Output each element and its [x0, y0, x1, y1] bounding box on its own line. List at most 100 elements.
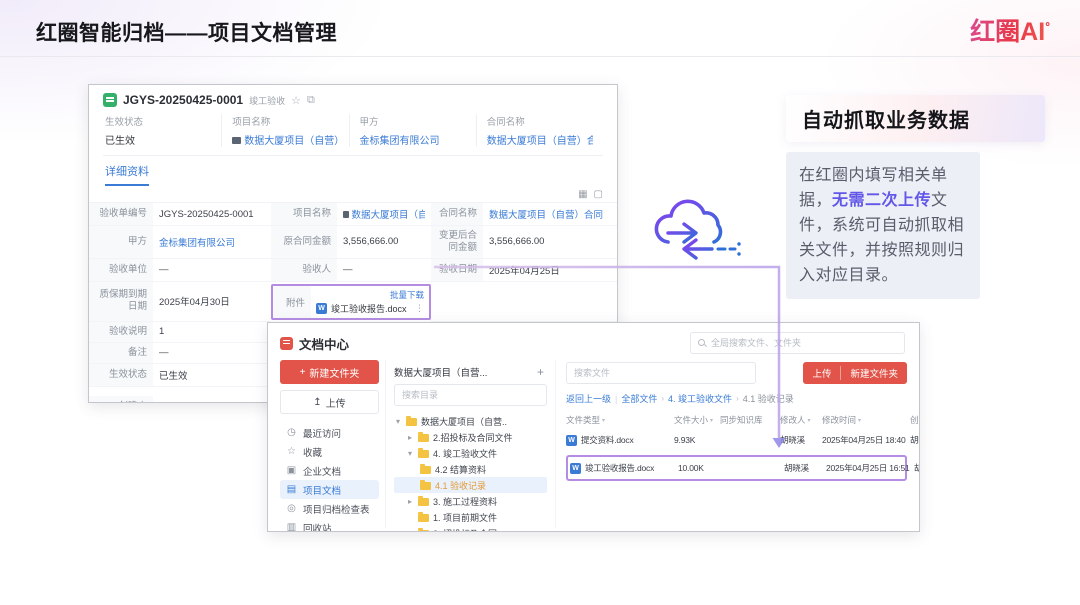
- tree-item-root[interactable]: ▾ 数据大厦项目（自营..: [394, 413, 547, 429]
- folder-icon: ▣: [286, 465, 297, 476]
- tree-item-bidding2[interactable]: ▸2. 招投标及合同...: [394, 525, 547, 531]
- party-a-link[interactable]: 金标集团有限公司: [360, 136, 440, 147]
- contract-link[interactable]: 数据大厦项目（自营）合同: [489, 207, 603, 221]
- attachment-file[interactable]: W 竣工验收报告.docx ⋮: [316, 302, 424, 315]
- field-value: —: [153, 259, 271, 282]
- checklist-icon: ◎: [287, 503, 296, 514]
- field-label: 甲方: [89, 226, 153, 259]
- cloud-sync-icon: [654, 199, 741, 260]
- file-search-input[interactable]: [574, 368, 748, 378]
- chevron-right-icon: ›: [736, 394, 739, 403]
- sidebar-item-favorites[interactable]: ☆ 收藏: [280, 442, 379, 461]
- folder-icon: [406, 415, 417, 426]
- sort-icon[interactable]: ▾: [808, 417, 811, 424]
- field-value: —: [337, 259, 431, 282]
- folder-icon: [418, 511, 429, 522]
- tree-item-acceptance-records[interactable]: 4.1 验收记录: [394, 477, 547, 493]
- breadcrumb-back[interactable]: 返回上一级: [566, 392, 611, 405]
- new-folder-button[interactable]: + 新建文件夹: [280, 360, 379, 384]
- more-vertical-icon[interactable]: ⋮: [415, 303, 424, 314]
- sort-icon[interactable]: ▾: [710, 417, 713, 424]
- file-search[interactable]: [566, 362, 756, 384]
- folder-icon: [420, 479, 431, 490]
- summary-field-contract: 合同名称 数据大厦项目（自营）合同: [475, 114, 603, 147]
- field-value: 3,556,666.00: [337, 226, 431, 259]
- field-label: 生效状态: [89, 363, 153, 387]
- folder-tree-panel: 数据大厦项目（自营... + ▾数据大厦项目（自营.. ▸2.招投标及合同文件 …: [386, 360, 556, 531]
- field-label: 验收说明: [89, 321, 153, 343]
- tree-item-early-stage[interactable]: 1. 项目前期文件: [394, 509, 547, 525]
- attachment-highlight-box: 附件 批量下载 W 竣工验收报告.docx ⋮: [271, 283, 431, 320]
- sidebar-item-recent[interactable]: ◷ 最近访问: [280, 423, 379, 442]
- global-search[interactable]: [690, 332, 905, 354]
- top-new-folder-button[interactable]: 新建文件夹: [841, 362, 907, 384]
- sidebar-item-enterprise-docs[interactable]: ▣ 企业文档: [280, 461, 379, 480]
- sort-icon[interactable]: ▾: [858, 417, 861, 424]
- sort-icon[interactable]: ▾: [602, 417, 605, 424]
- folder-icon: [418, 431, 429, 442]
- brand-logo: 红圈AI°: [970, 12, 1050, 48]
- breadcrumb-level1[interactable]: 4. 竣工验收文件: [668, 392, 732, 405]
- form-icon: [103, 93, 117, 107]
- docx-file-icon: W: [566, 434, 577, 446]
- add-tab-icon[interactable]: +: [534, 365, 547, 379]
- field-label: 项目名称: [271, 203, 337, 226]
- document-center-icon: [280, 336, 293, 350]
- sidebar-item-project-docs[interactable]: ▤ 项目文档: [280, 480, 379, 499]
- party-a-link[interactable]: 金标集团有限公司: [159, 235, 235, 249]
- project-link[interactable]: 数据大厦项目（自营）#租赁: [352, 207, 425, 221]
- project-icon: [343, 210, 349, 218]
- batch-download-link[interactable]: 批量下载: [316, 289, 424, 301]
- field-label: 验收日期: [431, 258, 483, 282]
- field-label: 变更后合同金额: [431, 226, 483, 259]
- field-value: JGYS-20250425-0001: [153, 203, 271, 226]
- table-row-highlighted[interactable]: W 竣工验收报告.docx 10.00K 胡晓溪 2025年04月25日 16:5…: [566, 455, 919, 481]
- contract-link[interactable]: 数据大厦项目（自营）合同: [487, 136, 593, 147]
- directory-search-input[interactable]: [402, 390, 539, 400]
- callout-highlight: 无需二次上传: [832, 192, 932, 209]
- tree-item-bidding[interactable]: ▸ 2.招投标及合同文件: [394, 429, 547, 445]
- grid-view-icon[interactable]: ▦: [578, 189, 587, 200]
- directory-search[interactable]: [394, 384, 547, 406]
- top-upload-button[interactable]: 上传: [803, 362, 840, 384]
- doc-center-sidebar: + 新建文件夹 ↥ 上传 ◷ 最近访问 ☆ 收藏 ▣ 企业文档 ▤ 项目文档 ◎ 项目归档检查…: [280, 360, 386, 531]
- breadcrumb: 返回上一级 | 全部文件 › 4. 竣工验收文件 › 4.1 验收记录: [566, 392, 794, 405]
- page-title: 红圈智能归档——项目文档管理: [36, 22, 337, 45]
- document-center-title: 文档中心: [299, 337, 350, 352]
- upload-icon: ↥: [313, 396, 322, 408]
- trash-icon: ▥: [286, 522, 297, 532]
- field-label: 质保期到期日期: [89, 281, 153, 322]
- caret-down-icon: ▾: [395, 416, 400, 426]
- tree-item-construction[interactable]: ▸ 3. 施工过程资料: [394, 493, 547, 509]
- plus-icon: +: [299, 366, 306, 378]
- breadcrumb-current: 4.1 验收记录: [742, 394, 794, 404]
- sidebar-item-archive-checklist[interactable]: ◎ 项目归档检查表: [280, 499, 379, 518]
- tree-item-settlement[interactable]: 4.2 结算资料: [394, 461, 547, 477]
- form-summary-fields: 生效状态 已生效 项目名称 数据大厦项目（自营）#租赁 甲方 金标集团有限公司 …: [103, 114, 603, 147]
- global-search-input[interactable]: [711, 338, 897, 348]
- folder-icon: [418, 527, 429, 531]
- field-label: 原合同金额: [271, 226, 337, 259]
- list-view-icon[interactable]: ▢: [594, 189, 603, 200]
- upload-button[interactable]: ↥ 上传: [280, 390, 379, 414]
- tree-item-completion[interactable]: ▾ 4. 竣工验收文件: [394, 445, 547, 461]
- table-view-tools: ▦ ▢: [89, 186, 617, 202]
- field-label: 验收单位: [89, 258, 153, 282]
- receipt-type-tag: 竣工验收: [249, 95, 286, 106]
- project-link[interactable]: 数据大厦项目（自营）#租赁: [244, 136, 338, 147]
- field-label: 验收单编号: [89, 203, 153, 226]
- empty-cell: [483, 282, 617, 322]
- upload-newfolder-buttons: 上传 新建文件夹: [803, 362, 907, 384]
- sidebar-item-recycle-bin[interactable]: ▥ 回收站: [280, 518, 379, 532]
- logo-superscript: °: [1045, 19, 1050, 34]
- external-link-icon[interactable]: ⧉: [307, 94, 315, 107]
- caret-right-icon: ▸: [407, 496, 412, 506]
- tab-detail-info[interactable]: 详细资料: [105, 163, 149, 186]
- field-value: 3,556,666.00: [483, 226, 617, 259]
- folder-icon: [420, 463, 431, 474]
- creator-link[interactable]: 胡晓溪: [159, 400, 188, 402]
- star-icon[interactable]: ☆: [291, 94, 301, 107]
- table-row[interactable]: W 提交资料.docx 9.93K 胡晓溪 2025年04月25日 18:40 胡…: [566, 428, 919, 452]
- project-tab[interactable]: 数据大厦项目（自营...: [394, 365, 487, 379]
- breadcrumb-root[interactable]: 全部文件: [621, 392, 657, 405]
